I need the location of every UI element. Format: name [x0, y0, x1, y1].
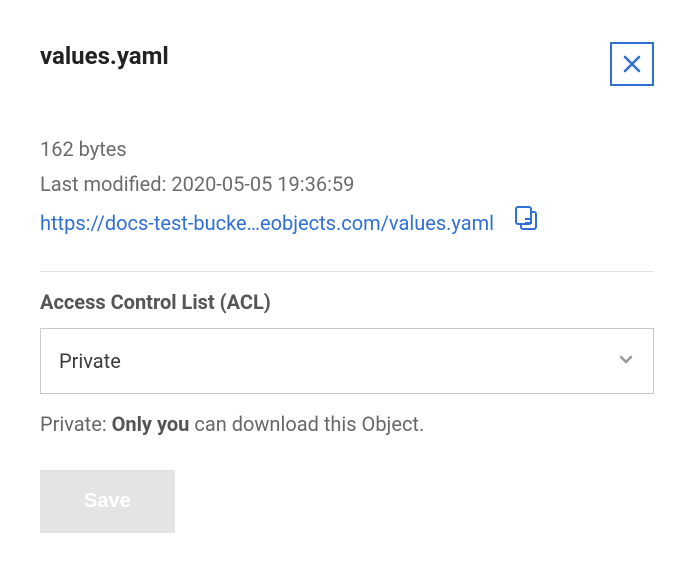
- copy-icon: [512, 204, 540, 232]
- save-button[interactable]: Save: [40, 470, 175, 533]
- file-size: 162 bytes: [40, 132, 654, 167]
- file-modified: Last modified: 2020-05-05 19:36:59: [40, 167, 654, 202]
- close-icon: [621, 53, 643, 75]
- divider: [40, 271, 654, 272]
- acl-select[interactable]: Private: [40, 328, 654, 394]
- close-button[interactable]: [610, 42, 654, 86]
- file-url-link[interactable]: https://docs-test-bucke…eobjects.com/val…: [40, 206, 494, 241]
- copy-button[interactable]: [512, 204, 540, 243]
- acl-helper-text: Private: Only you can download this Obje…: [40, 412, 654, 436]
- file-title: values.yaml: [40, 42, 169, 70]
- acl-label: Access Control List (ACL): [40, 290, 654, 314]
